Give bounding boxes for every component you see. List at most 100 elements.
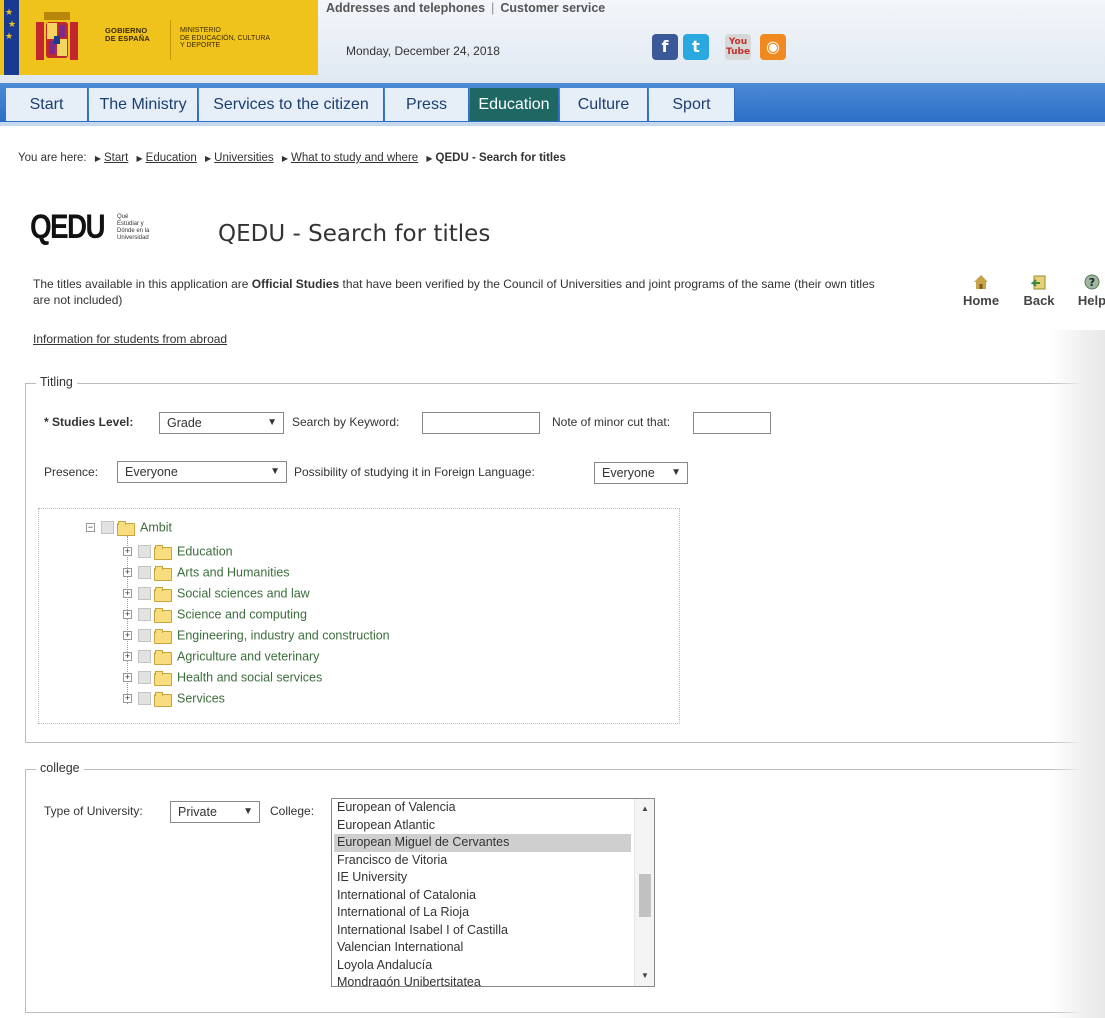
help-icon: ? xyxy=(1084,274,1100,290)
tree-checkbox[interactable] xyxy=(138,545,151,559)
rss-icon[interactable]: ◉ xyxy=(760,34,786,60)
college-legend: college xyxy=(36,761,84,775)
foreign-students-link[interactable]: Information for students from abroad xyxy=(33,332,227,346)
tree-item-arts-and-humanities[interactable]: + Arts and Humanities xyxy=(123,565,290,583)
expand-icon[interactable]: + xyxy=(123,694,132,704)
college-option[interactable]: IE University xyxy=(337,869,407,887)
expand-icon[interactable]: + xyxy=(123,631,132,641)
expand-icon[interactable]: + xyxy=(123,673,132,683)
current-date: Monday, December 24, 2018 xyxy=(346,44,500,58)
expand-icon[interactable]: + xyxy=(123,610,132,620)
university-type-label: Type of University: xyxy=(44,804,143,818)
page-title: QEDU - Search for titles xyxy=(218,221,491,247)
folder-icon xyxy=(154,587,172,603)
breadcrumb-link-universities[interactable]: Universities xyxy=(214,152,273,164)
ministry-label: MINISTERIO DE EDUCACIÓN, CULTURA Y DEPOR… xyxy=(180,27,271,49)
folder-icon xyxy=(154,608,172,624)
folder-icon xyxy=(154,545,172,561)
breadcrumb-link-what-to-study[interactable]: What to study and where xyxy=(291,152,418,164)
expand-icon[interactable]: + xyxy=(123,547,132,557)
expand-icon[interactable]: + xyxy=(123,652,132,662)
scrollbar-thumb[interactable] xyxy=(639,874,651,917)
minor-cut-input[interactable] xyxy=(693,412,771,434)
college-option[interactable]: Mondragón Unibertsitatea xyxy=(337,974,481,986)
arrow-right-icon: ▶ xyxy=(205,154,212,163)
back-button[interactable]: Back xyxy=(1020,274,1058,308)
tree-checkbox[interactable] xyxy=(138,671,151,685)
tree-checkbox[interactable] xyxy=(138,629,151,643)
tree-item-engineering[interactable]: + Engineering, industry and construction xyxy=(123,628,390,646)
presence-select[interactable]: Everyone ▼ xyxy=(117,461,287,483)
youtube-icon[interactable]: You Tube xyxy=(725,34,751,60)
breadcrumb-link-start[interactable]: Start xyxy=(104,152,128,164)
college-option[interactable]: Loyola Andalucía xyxy=(337,957,432,975)
titling-legend: Titling xyxy=(36,375,77,389)
government-banner[interactable]: ★ ★ ★ GOBIERNO DE ESPAÑA MINISTERIO DE E… xyxy=(0,0,318,75)
foreign-language-select[interactable]: Everyone ▼ xyxy=(594,462,688,484)
scroll-up-icon[interactable]: ▲ xyxy=(635,804,654,813)
tree-item-social-sciences[interactable]: + Social sciences and law xyxy=(123,586,310,604)
scroll-down-icon[interactable]: ▼ xyxy=(635,971,654,980)
breadcrumb: You are here: ▶ Start ▶ Education ▶ Univers… xyxy=(18,152,566,164)
ambit-checkbox[interactable] xyxy=(101,521,114,535)
college-option[interactable]: European of Valencia xyxy=(337,799,456,817)
addresses-link[interactable]: Addresses and telephones xyxy=(326,1,485,15)
tab-services-to-the-citizen[interactable]: Services to the citizen xyxy=(199,88,384,121)
tab-education[interactable]: Education xyxy=(470,88,559,121)
tab-sport[interactable]: Sport xyxy=(649,88,735,121)
coat-of-arms-icon xyxy=(36,12,78,60)
dropdown-arrow-icon: ▼ xyxy=(267,417,277,428)
college-option-selected[interactable]: European Miguel de Cervantes xyxy=(334,834,631,852)
help-button[interactable]: ? Help xyxy=(1072,274,1105,308)
tree-item-science-and-computing[interactable]: + Science and computing xyxy=(123,607,307,625)
tree-checkbox[interactable] xyxy=(138,692,151,706)
tab-press[interactable]: Press xyxy=(385,88,469,121)
college-option[interactable]: Valencian International xyxy=(337,939,463,957)
tree-root-ambit[interactable]: − Ambit xyxy=(86,520,172,537)
divider: | xyxy=(491,1,495,15)
tree-checkbox[interactable] xyxy=(138,608,151,622)
college-listbox[interactable]: European of Valencia European Atlantic E… xyxy=(331,798,655,987)
home-button[interactable]: Home xyxy=(958,274,1004,308)
college-option[interactable]: Francisco de Vitoria xyxy=(337,852,447,870)
tree-checkbox[interactable] xyxy=(138,587,151,601)
top-links: Addresses and telephones | Customer servic… xyxy=(326,1,605,15)
college-option[interactable]: International of Catalonia xyxy=(337,887,476,905)
collapse-icon[interactable]: − xyxy=(86,523,95,533)
folder-icon xyxy=(154,671,172,687)
arrow-right-icon: ▶ xyxy=(426,154,433,163)
eu-flag-strip: ★ ★ ★ xyxy=(4,0,19,75)
studies-level-select[interactable]: Grade ▼ xyxy=(159,412,284,434)
college-option[interactable]: International Isabel I of Castilla xyxy=(337,922,508,940)
dropdown-arrow-icon: ▼ xyxy=(671,467,681,478)
tree-item-agriculture[interactable]: + Agriculture and veterinary xyxy=(123,649,319,667)
star-icon: ★ xyxy=(8,19,17,29)
university-type-select[interactable]: Private ▼ xyxy=(170,801,260,823)
college-scrollbar[interactable]: ▲ ▼ xyxy=(634,799,654,986)
tab-the-ministry[interactable]: The Ministry xyxy=(89,88,198,121)
government-label: GOBIERNO DE ESPAÑA xyxy=(105,26,151,43)
divider xyxy=(170,20,171,60)
folder-icon xyxy=(154,629,172,645)
back-icon xyxy=(1031,275,1046,290)
studies-level-label: * Studies Level: xyxy=(44,415,134,429)
customer-service-link[interactable]: Customer service xyxy=(500,1,605,15)
arrow-right-icon: ▶ xyxy=(281,154,288,163)
tab-culture[interactable]: Culture xyxy=(560,88,648,121)
tab-start[interactable]: Start xyxy=(6,88,88,121)
twitter-icon[interactable]: t xyxy=(683,34,709,60)
college-option[interactable]: International of La Rioja xyxy=(337,904,469,922)
tree-checkbox[interactable] xyxy=(138,650,151,664)
expand-icon[interactable]: + xyxy=(123,568,132,578)
tree-item-education[interactable]: + Education xyxy=(123,544,233,562)
presence-label: Presence: xyxy=(44,465,99,479)
foreign-language-label: Possibility of studying it in Foreign La… xyxy=(294,465,535,479)
facebook-icon[interactable]: f xyxy=(652,34,678,60)
tree-item-health[interactable]: + Health and social services xyxy=(123,670,322,688)
college-option[interactable]: European Atlantic xyxy=(337,817,435,835)
expand-icon[interactable]: + xyxy=(123,589,132,599)
breadcrumb-link-education[interactable]: Education xyxy=(146,152,197,164)
tree-checkbox[interactable] xyxy=(138,566,151,580)
keyword-input[interactable] xyxy=(422,412,540,434)
tree-item-services[interactable]: + Services xyxy=(123,691,225,709)
